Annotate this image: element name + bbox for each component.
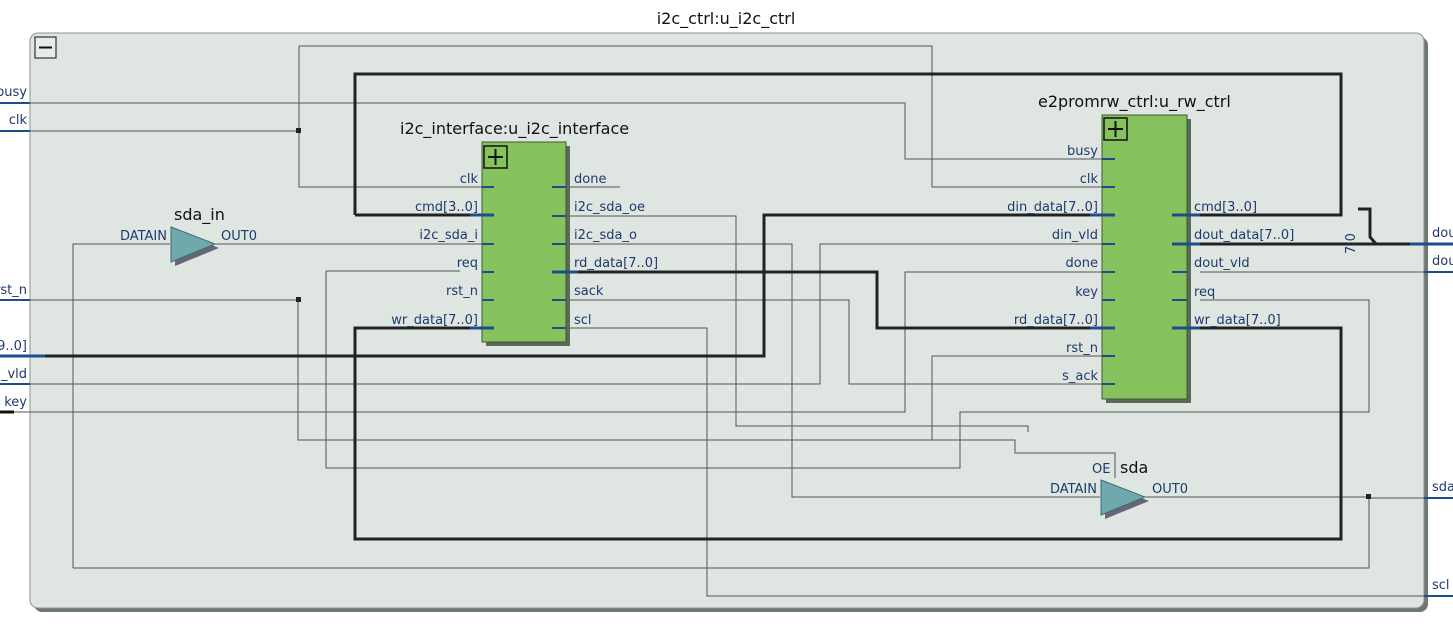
expand-icon[interactable] bbox=[483, 145, 508, 169]
port-dout-vld-label[interactable]: dou bbox=[1432, 254, 1453, 269]
rw-ctrl-pin-out: req bbox=[1194, 285, 1215, 300]
i2c-interface-pin-in: req bbox=[457, 256, 478, 271]
rw-ctrl-pin-in: din_data[7..0] bbox=[1007, 200, 1098, 215]
sda-buffer-name: sda bbox=[1120, 458, 1148, 477]
i2c-interface-pin-in: i2c_sda_i bbox=[419, 228, 478, 243]
rw-ctrl-pin-out: wr_data[7..0] bbox=[1194, 313, 1281, 328]
i2c-interface-title: i2c_interface:u_i2c_interface bbox=[400, 119, 629, 139]
rw-ctrl-pin-out: cmd[3..0] bbox=[1194, 200, 1257, 215]
port-scl-label[interactable]: scl bbox=[1432, 578, 1450, 593]
rw-ctrl-pin-out: dout_vld bbox=[1194, 256, 1250, 271]
port-din-vld-label[interactable]: _vld bbox=[0, 367, 27, 382]
expand-icon[interactable] bbox=[1103, 117, 1128, 141]
sda-buffer-in-label: DATAIN bbox=[1050, 482, 1097, 497]
i2c-interface-pin-out: done bbox=[574, 172, 606, 187]
port-busy-label[interactable]: busy bbox=[0, 85, 27, 100]
rw-ctrl-title: e2promrw_ctrl:u_rw_ctrl bbox=[1038, 92, 1231, 112]
rw-ctrl-pin-in: s_ack bbox=[1062, 369, 1098, 384]
rw-ctrl-pin-in: rd_data[7..0] bbox=[1014, 313, 1098, 328]
i2c-interface-pin-out: rd_data[7..0] bbox=[574, 256, 658, 271]
port-clk-label[interactable]: clk bbox=[9, 113, 28, 128]
sda-in-buffer-in-label: DATAIN bbox=[120, 229, 167, 244]
i2c-interface-body[interactable] bbox=[481, 141, 567, 343]
sda-buffer-oe-label: OE bbox=[1092, 462, 1110, 477]
port-din-data-label[interactable]: 9..0] bbox=[0, 339, 27, 354]
rw-ctrl-pin-out: dout_data[7..0] bbox=[1194, 228, 1294, 243]
port-dout-data-label[interactable]: dou bbox=[1432, 226, 1453, 241]
schematic-canvas: i2c_ctrl:u_i2c_ctrl 7:0 busy clk st_n 9.… bbox=[0, 9, 1453, 612]
rw-ctrl-pin-in: rst_n bbox=[1066, 341, 1098, 356]
sda-buffer-out-label: OUT0 bbox=[1152, 482, 1188, 497]
bus-tap-label: 7:0 bbox=[1344, 233, 1359, 254]
i2c-interface-pin-out: sack bbox=[574, 284, 604, 299]
i2c-interface-pin-in: cmd[3..0] bbox=[415, 200, 478, 215]
port-sda-label[interactable]: sda bbox=[1432, 480, 1453, 495]
top-module-title: i2c_ctrl:u_i2c_ctrl bbox=[657, 9, 796, 29]
i2c-interface-pin-in: wr_data[7..0] bbox=[391, 313, 478, 328]
sda-in-buffer-out-label: OUT0 bbox=[221, 229, 257, 244]
port-key-label[interactable]: key bbox=[4, 395, 27, 410]
rw-ctrl-pin-in: din_vld bbox=[1052, 228, 1098, 243]
i2c-interface-pin-in: clk bbox=[460, 172, 479, 187]
i2c-interface-pin-out: i2c_sda_o bbox=[574, 228, 637, 243]
i2c-interface-pin-in: rst_n bbox=[446, 284, 478, 299]
port-rst-n-label[interactable]: rst_n bbox=[0, 283, 27, 298]
i2c-interface-pin-out: scl bbox=[574, 313, 592, 328]
i2c-interface-pin-out: i2c_sda_oe bbox=[574, 200, 645, 215]
rw-ctrl-pin-in: done bbox=[1066, 256, 1098, 271]
collapse-button[interactable] bbox=[34, 36, 57, 59]
rw-ctrl-pin-in: key bbox=[1075, 285, 1098, 300]
rw-ctrl-pin-in: busy bbox=[1067, 144, 1098, 159]
sda-in-buffer-name: sda_in bbox=[174, 205, 225, 225]
rw-ctrl-pin-in: clk bbox=[1080, 172, 1099, 187]
